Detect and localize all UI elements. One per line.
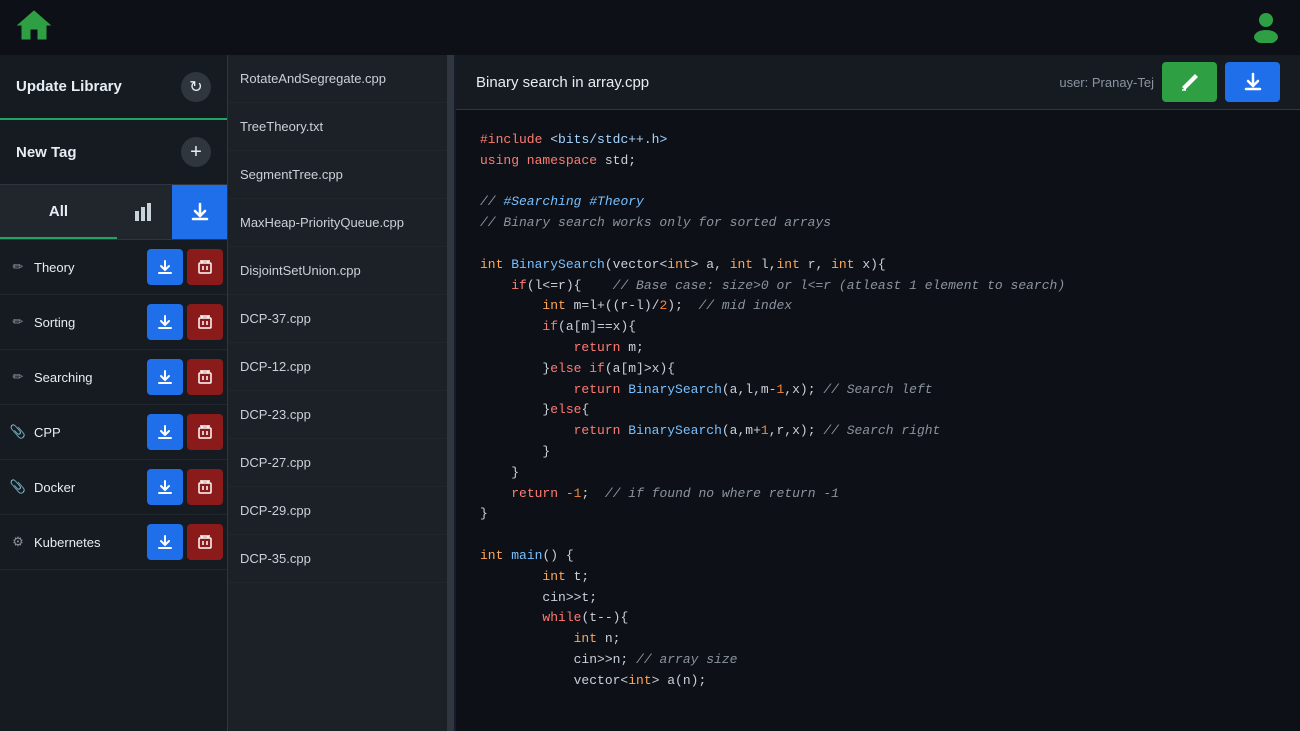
tag-download-cpp[interactable] <box>147 414 183 450</box>
file-item[interactable]: DCP-27.cpp <box>228 439 447 487</box>
file-item[interactable]: RotateAndSegregate.cpp <box>228 55 447 103</box>
tag-item-cpp: 📎 CPP <box>0 405 227 460</box>
download-button[interactable] <box>1225 62 1280 102</box>
user-label: user: Pranay-Tej <box>1059 75 1154 90</box>
filter-chart-icon[interactable] <box>117 185 172 239</box>
file-item[interactable]: TreeTheory.txt <box>228 103 447 151</box>
tag-delete-cpp[interactable] <box>187 414 223 450</box>
tag-delete-docker[interactable] <box>187 469 223 505</box>
tag-label-cpp: CPP <box>34 425 147 440</box>
topbar <box>0 0 1300 55</box>
tag-download-docker[interactable] <box>147 469 183 505</box>
code-viewer: Binary search in array.cpp user: Pranay-… <box>456 55 1300 731</box>
panel-divider <box>448 55 454 731</box>
filter-all[interactable]: All <box>0 185 117 239</box>
file-item[interactable]: MaxHeap-PriorityQueue.cpp <box>228 199 447 247</box>
refresh-icon[interactable]: ↻ <box>181 72 211 102</box>
tag-list: ✏ Theory ✏ Sorting <box>0 240 227 731</box>
tag-label-theory: Theory <box>34 260 147 275</box>
tag-icon-cpp: 📎 <box>8 424 28 440</box>
file-item[interactable]: DCP-12.cpp <box>228 343 447 391</box>
tag-icon-theory: ✏ <box>8 259 28 275</box>
tag-label-docker: Docker <box>34 480 147 495</box>
tag-icon-sorting: ✏ <box>8 314 28 330</box>
tag-download-sorting[interactable] <box>147 304 183 340</box>
sidebar: Update Library ↻ New Tag + All <box>0 55 228 731</box>
file-item[interactable]: DisjointSetUnion.cpp <box>228 247 447 295</box>
tag-filter-row: All <box>0 185 227 240</box>
file-list-panel: RotateAndSegregate.cppTreeTheory.txtSegm… <box>228 55 448 731</box>
filter-download-button[interactable] <box>172 185 227 239</box>
tag-delete-theory[interactable] <box>187 249 223 285</box>
tag-item-searching: ✏ Searching <box>0 350 227 405</box>
tag-label-kubernetes: Kubernetes <box>34 535 147 550</box>
tag-download-theory[interactable] <box>147 249 183 285</box>
update-library-button[interactable]: Update Library ↻ <box>0 55 227 120</box>
new-tag-label: New Tag <box>16 144 77 161</box>
code-header-right: user: Pranay-Tej <box>1059 62 1280 102</box>
file-item[interactable]: DCP-35.cpp <box>228 535 447 583</box>
tag-item-theory: ✏ Theory <box>0 240 227 295</box>
tag-icon-kubernetes: ⚙ <box>8 534 28 550</box>
tag-icon-docker: 📎 <box>8 479 28 495</box>
tag-label-searching: Searching <box>34 370 147 385</box>
tag-item-docker: 📎 Docker <box>0 460 227 515</box>
edit-button[interactable] <box>1162 62 1217 102</box>
file-item[interactable]: SegmentTree.cpp <box>228 151 447 199</box>
code-header: Binary search in array.cpp user: Pranay-… <box>456 55 1300 110</box>
tag-download-kubernetes[interactable] <box>147 524 183 560</box>
tag-item-sorting: ✏ Sorting <box>0 295 227 350</box>
tag-delete-searching[interactable] <box>187 359 223 395</box>
tag-label-sorting: Sorting <box>34 315 147 330</box>
main-layout: Update Library ↻ New Tag + All <box>0 55 1300 731</box>
tag-delete-sorting[interactable] <box>187 304 223 340</box>
tag-icon-searching: ✏ <box>8 369 28 385</box>
tag-delete-kubernetes[interactable] <box>187 524 223 560</box>
user-icon[interactable] <box>1248 7 1284 48</box>
tag-download-searching[interactable] <box>147 359 183 395</box>
plus-icon[interactable]: + <box>181 137 211 167</box>
file-item[interactable]: DCP-29.cpp <box>228 487 447 535</box>
file-item[interactable]: DCP-37.cpp <box>228 295 447 343</box>
home-icon[interactable] <box>16 7 52 48</box>
file-item[interactable]: DCP-23.cpp <box>228 391 447 439</box>
code-title: Binary search in array.cpp <box>476 74 649 91</box>
code-body[interactable]: #include <bits/stdc++.h> using namespace… <box>456 110 1300 731</box>
tag-item-kubernetes: ⚙ Kubernetes <box>0 515 227 570</box>
new-tag-button[interactable]: New Tag + <box>0 120 227 185</box>
update-library-label: Update Library <box>16 78 122 95</box>
